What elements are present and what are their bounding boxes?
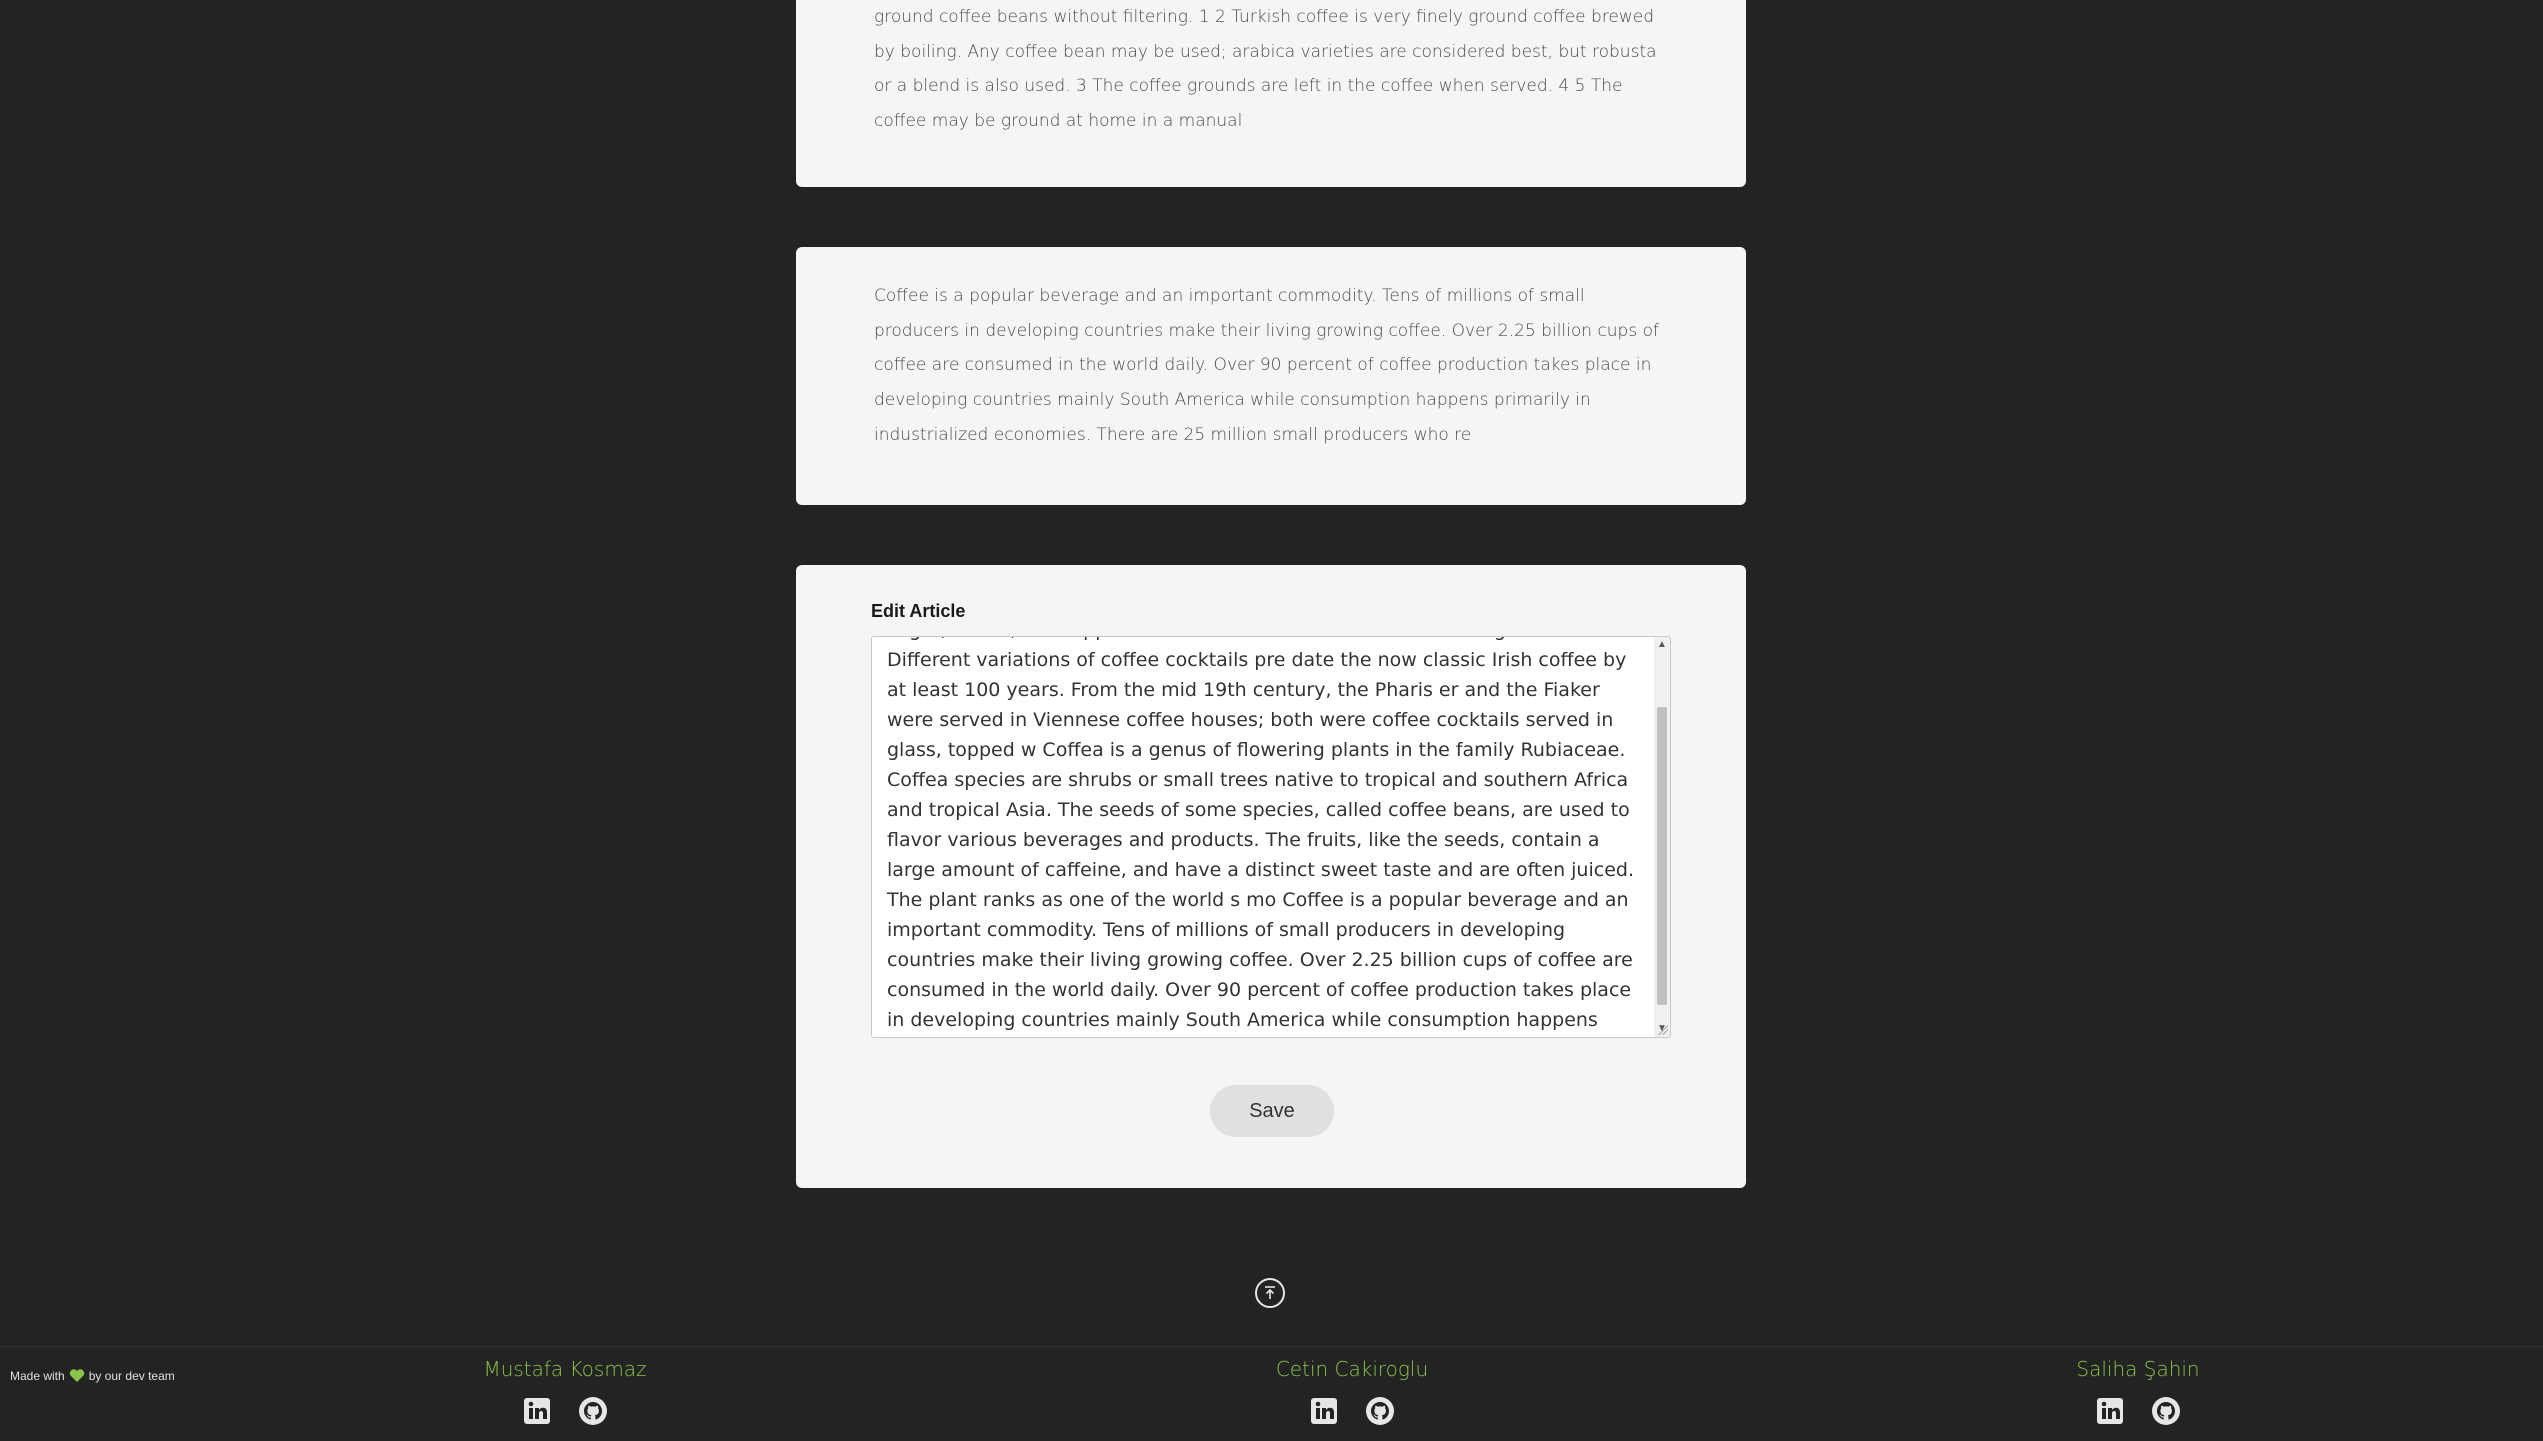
edit-article-label: Edit Article [871, 601, 966, 621]
team-member: Saliha Şahin [1988, 1347, 2288, 1427]
back-to-top-button[interactable] [1255, 1278, 1285, 1308]
github-icon[interactable] [577, 1395, 609, 1427]
made-with-suffix: by our dev team [88, 1369, 175, 1383]
article-card: Coffee is a popular beverage and an impo… [796, 247, 1746, 505]
team-member: Mustafa Kosmaz [415, 1347, 715, 1427]
article-textarea[interactable]: sugar, sulfed, and topped with cream. Th… [871, 636, 1671, 1038]
member-name: Cetin Cakiroglu [1275, 1357, 1429, 1381]
github-icon[interactable] [1364, 1395, 1396, 1427]
resize-handle-icon[interactable] [1658, 1025, 1668, 1035]
made-with-text: Made with by our dev team [10, 1369, 175, 1383]
member-name: Mustafa Kosmaz [483, 1357, 647, 1381]
heart-icon [69, 1369, 84, 1382]
arrow-up-to-line-icon [1265, 1286, 1275, 1299]
made-with-prefix: Made with [10, 1369, 65, 1383]
edit-article-card: Edit Article sugar, sulfed, and topped w… [796, 565, 1746, 1188]
github-icon[interactable] [2150, 1395, 2182, 1427]
scroll-up-arrow-icon[interactable]: ▲ [1654, 637, 1670, 653]
linkedin-icon[interactable] [1308, 1395, 1340, 1427]
footer: Made with by our dev team Mustafa Kosmaz… [0, 1346, 2543, 1441]
linkedin-icon[interactable] [521, 1395, 553, 1427]
article-card: ground coffee beans without filtering. 1… [796, 0, 1746, 187]
textarea-content[interactable]: sugar, sulfed, and topped with cream. Th… [887, 637, 1647, 1037]
linkedin-icon[interactable] [2094, 1395, 2126, 1427]
article-text: Coffee is a popular beverage and an impo… [874, 286, 1659, 445]
save-button[interactable]: Save [1210, 1085, 1334, 1137]
article-text: ground coffee beans without filtering. 1… [874, 7, 1657, 132]
textarea-scrollbar[interactable]: ▲ ▼ [1654, 637, 1670, 1037]
team-member: Cetin Cakiroglu [1202, 1347, 1502, 1427]
member-name: Saliha Şahin [2076, 1357, 2200, 1381]
scroll-thumb[interactable] [1657, 707, 1667, 1005]
